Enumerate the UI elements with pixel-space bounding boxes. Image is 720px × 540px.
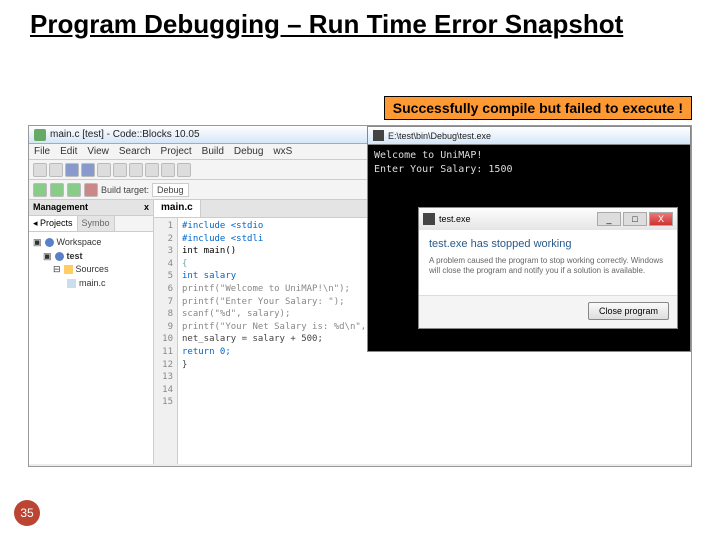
maximize-button[interactable]: □: [623, 212, 647, 226]
ide-window-title: main.c [test] - Code::Blocks 10.05: [50, 129, 200, 140]
build-target-select[interactable]: Debug: [152, 183, 189, 197]
menu-project[interactable]: Project: [161, 146, 192, 157]
tab-projects[interactable]: ◂ Projects: [29, 216, 78, 231]
cut-icon[interactable]: [129, 163, 143, 177]
status-banner: Successfully compile but failed to execu…: [384, 96, 692, 120]
run-icon[interactable]: [50, 183, 64, 197]
build-icon[interactable]: [33, 183, 47, 197]
console-output: Welcome to UniMAP! Enter Your Salary: 15…: [368, 145, 690, 180]
saveall-icon[interactable]: [81, 163, 95, 177]
project-tree[interactable]: ▣Workspace ▣test ⊟Sources main.c: [29, 232, 153, 464]
dialog-app-icon: [423, 213, 435, 225]
menu-build[interactable]: Build: [202, 146, 224, 157]
console-window: E:\test\bin\Debug\test.exe Welcome to Un…: [367, 126, 691, 352]
tree-project[interactable]: test: [67, 250, 83, 264]
management-panel: Management x ◂ Projects Symbo ▣Workspace…: [29, 200, 154, 464]
console-input: 1500: [488, 164, 512, 175]
error-dialog: test.exe _ □ X test.exe has stopped work…: [418, 207, 678, 329]
console-prompt: Enter Your Salary:: [374, 164, 482, 175]
tree-file[interactable]: main.c: [79, 277, 106, 291]
file-icon: [67, 279, 76, 288]
minimize-button[interactable]: _: [597, 212, 621, 226]
management-title: Management: [33, 202, 88, 213]
undo-icon[interactable]: [97, 163, 111, 177]
tree-workspace[interactable]: Workspace: [57, 236, 102, 250]
menu-file[interactable]: File: [34, 146, 50, 157]
menu-edit[interactable]: Edit: [60, 146, 77, 157]
menu-view[interactable]: View: [87, 146, 109, 157]
stop-icon[interactable]: [84, 183, 98, 197]
error-body-text: A problem caused the program to stop wor…: [429, 256, 667, 277]
copy-icon[interactable]: [145, 163, 159, 177]
menu-search[interactable]: Search: [119, 146, 151, 157]
close-program-button[interactable]: Close program: [588, 302, 669, 320]
find-icon[interactable]: [177, 163, 191, 177]
error-heading: test.exe has stopped working: [429, 238, 667, 250]
project-icon: [55, 252, 64, 261]
slide-title: Program Debugging – Run Time Error Snaps…: [30, 10, 690, 40]
console-titlebar: E:\test\bin\Debug\test.exe: [368, 127, 690, 145]
tab-symbols[interactable]: Symbo: [78, 216, 115, 231]
error-window-filename: test.exe: [439, 214, 471, 224]
console-line1: Welcome to UniMAP!: [374, 149, 684, 163]
save-icon[interactable]: [65, 163, 79, 177]
buildrun-icon[interactable]: [67, 183, 81, 197]
console-path: E:\test\bin\Debug\test.exe: [388, 131, 491, 141]
page-number: 35: [14, 500, 40, 526]
new-icon[interactable]: [33, 163, 47, 177]
editor-tab-main[interactable]: main.c: [154, 200, 201, 217]
build-target-label: Build target:: [101, 185, 149, 195]
line-gutter: 123456789101112131415: [154, 218, 178, 464]
close-button[interactable]: X: [649, 212, 673, 226]
app-icon: [34, 129, 46, 141]
close-icon[interactable]: x: [144, 202, 149, 213]
error-titlebar: test.exe _ □ X: [419, 208, 677, 230]
menu-debug[interactable]: Debug: [234, 146, 263, 157]
tree-sources[interactable]: Sources: [76, 263, 109, 277]
console-icon: [373, 130, 384, 141]
open-icon[interactable]: [49, 163, 63, 177]
menu-wx[interactable]: wxS: [273, 146, 292, 157]
workspace-icon: [45, 238, 54, 247]
folder-icon: [64, 265, 73, 274]
paste-icon[interactable]: [161, 163, 175, 177]
redo-icon[interactable]: [113, 163, 127, 177]
screenshot-container: main.c [test] - Code::Blocks 10.05 File …: [28, 125, 692, 467]
